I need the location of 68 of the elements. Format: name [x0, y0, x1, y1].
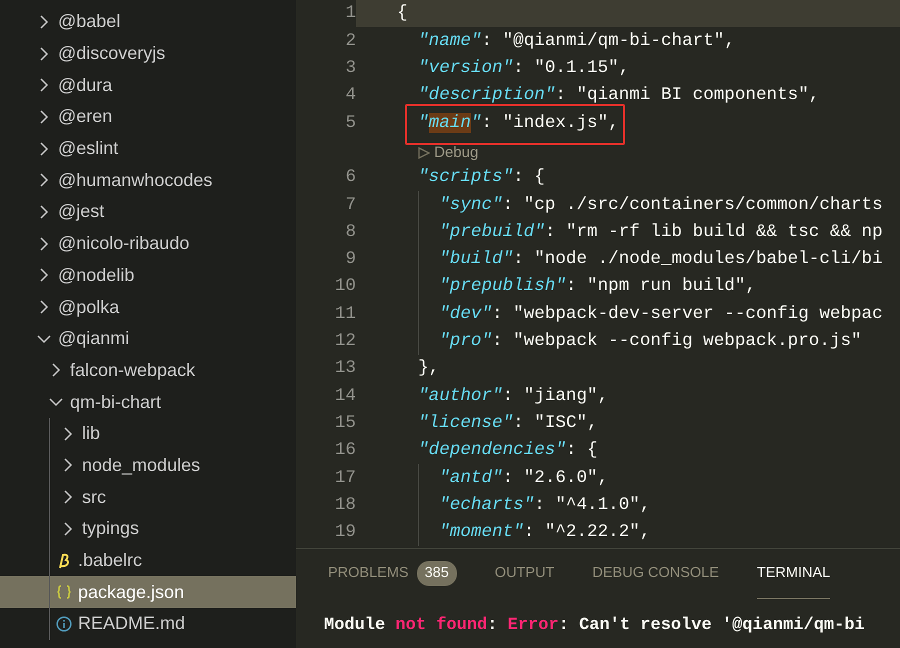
folder-item[interactable]: @jest — [0, 196, 296, 228]
line-number: 16 — [334, 439, 356, 462]
script-b-icon — [56, 552, 72, 569]
code-line: }, — [418, 357, 440, 380]
line-number: 3 — [344, 57, 356, 80]
folder-item[interactable]: @babel — [0, 6, 296, 38]
panel-tab[interactable]: TERMINAL — [756, 549, 830, 599]
debug-link[interactable]: Debug — [434, 142, 478, 164]
folder-item[interactable]: @humanwhocodes — [0, 164, 296, 196]
panel-tab[interactable]: PROBLEMS 385 — [328, 549, 457, 599]
code-line: "pro": "webpack --config webpack.pro.js" — [439, 330, 862, 354]
code-line: "author": "jiang", — [418, 384, 608, 408]
folder-item[interactable]: @nicolo-ribaudo — [0, 228, 296, 260]
braces-icon — [56, 584, 72, 600]
folder-item[interactable]: falcon-webpack — [0, 354, 296, 386]
terminal-line: Module not found: Error: Can't resolve '@qianmi/qm-bi — [324, 615, 866, 637]
code-line: "description": "qianmi BI components", — [418, 84, 820, 108]
count-badge: 385 — [416, 560, 457, 586]
info-icon — [56, 616, 72, 632]
line-number: 17 — [334, 466, 356, 490]
line-number: 9 — [344, 248, 356, 272]
code-line: "echarts": "^4.1.0", — [439, 494, 650, 517]
line-number: 12 — [334, 330, 356, 354]
code-line: "main": "index.js", — [418, 112, 619, 133]
panel-tab[interactable]: OUTPUT — [494, 549, 554, 599]
folder-item[interactable]: qm-bi-chart — [0, 386, 296, 418]
folder-item[interactable]: @nodelib — [0, 260, 296, 292]
line-number: 8 — [344, 220, 356, 244]
line-number: 7 — [344, 194, 356, 217]
folder-item[interactable]: @eren — [0, 101, 296, 133]
line-number: 1 — [344, 2, 356, 26]
line-number: 15 — [334, 412, 356, 435]
code-line: "version": "0.1.15", — [418, 57, 630, 80]
code-line: "moment": "^2.22.2", — [439, 521, 650, 544]
code-line: "dependencies": { — [418, 439, 598, 462]
code-line: "prebuild": "rm -rf lib build && tsc && np — [439, 220, 883, 244]
folder-item[interactable]: node_modules — [0, 450, 296, 482]
code-line: "scripts": { — [418, 166, 545, 190]
code-line: "sync": "cp ./src/containers/common/charts — [439, 194, 883, 217]
line-number: 11 — [334, 302, 356, 326]
code-line: "license": "ISC", — [418, 412, 598, 435]
folder-item[interactable]: @eslint — [0, 132, 296, 164]
line-number: 19 — [334, 521, 356, 544]
folder-item[interactable]: @qianmi — [0, 322, 296, 355]
folder-item[interactable]: src — [0, 481, 296, 513]
folder-item[interactable]: @polka — [0, 291, 296, 323]
panel-tab[interactable]: DEBUG CONSOLE — [592, 549, 719, 599]
line-number: 6 — [344, 166, 356, 190]
code-line: "build": "node ./node_modules/babel-cli/bi — [439, 248, 883, 272]
code-line: { — [397, 2, 408, 26]
line-number: 13 — [334, 357, 356, 380]
file-item[interactable]: README.md — [0, 608, 296, 640]
folder-item[interactable]: @discoveryjs — [0, 38, 296, 70]
line-number: 4 — [344, 84, 356, 108]
code-line: "antd": "2.6.0", — [439, 466, 608, 490]
code-line: "dev": "webpack-dev-server --config webpac — [439, 302, 883, 326]
play-icon — [418, 147, 430, 160]
line-number: 14 — [334, 384, 356, 408]
file-item[interactable]: package.json — [0, 576, 296, 608]
line-number: 2 — [344, 30, 356, 53]
folder-item[interactable]: @dura — [0, 69, 296, 102]
line-number: 10 — [334, 275, 356, 298]
folder-item[interactable]: typings — [0, 513, 296, 545]
code-line: "prepublish": "npm run build", — [439, 275, 756, 298]
line-number: 18 — [334, 494, 356, 517]
line-number: 5 — [344, 112, 356, 135]
code-line: "name": "@qianmi/qm-bi-chart", — [418, 30, 735, 53]
folder-item[interactable]: lib — [0, 418, 296, 450]
